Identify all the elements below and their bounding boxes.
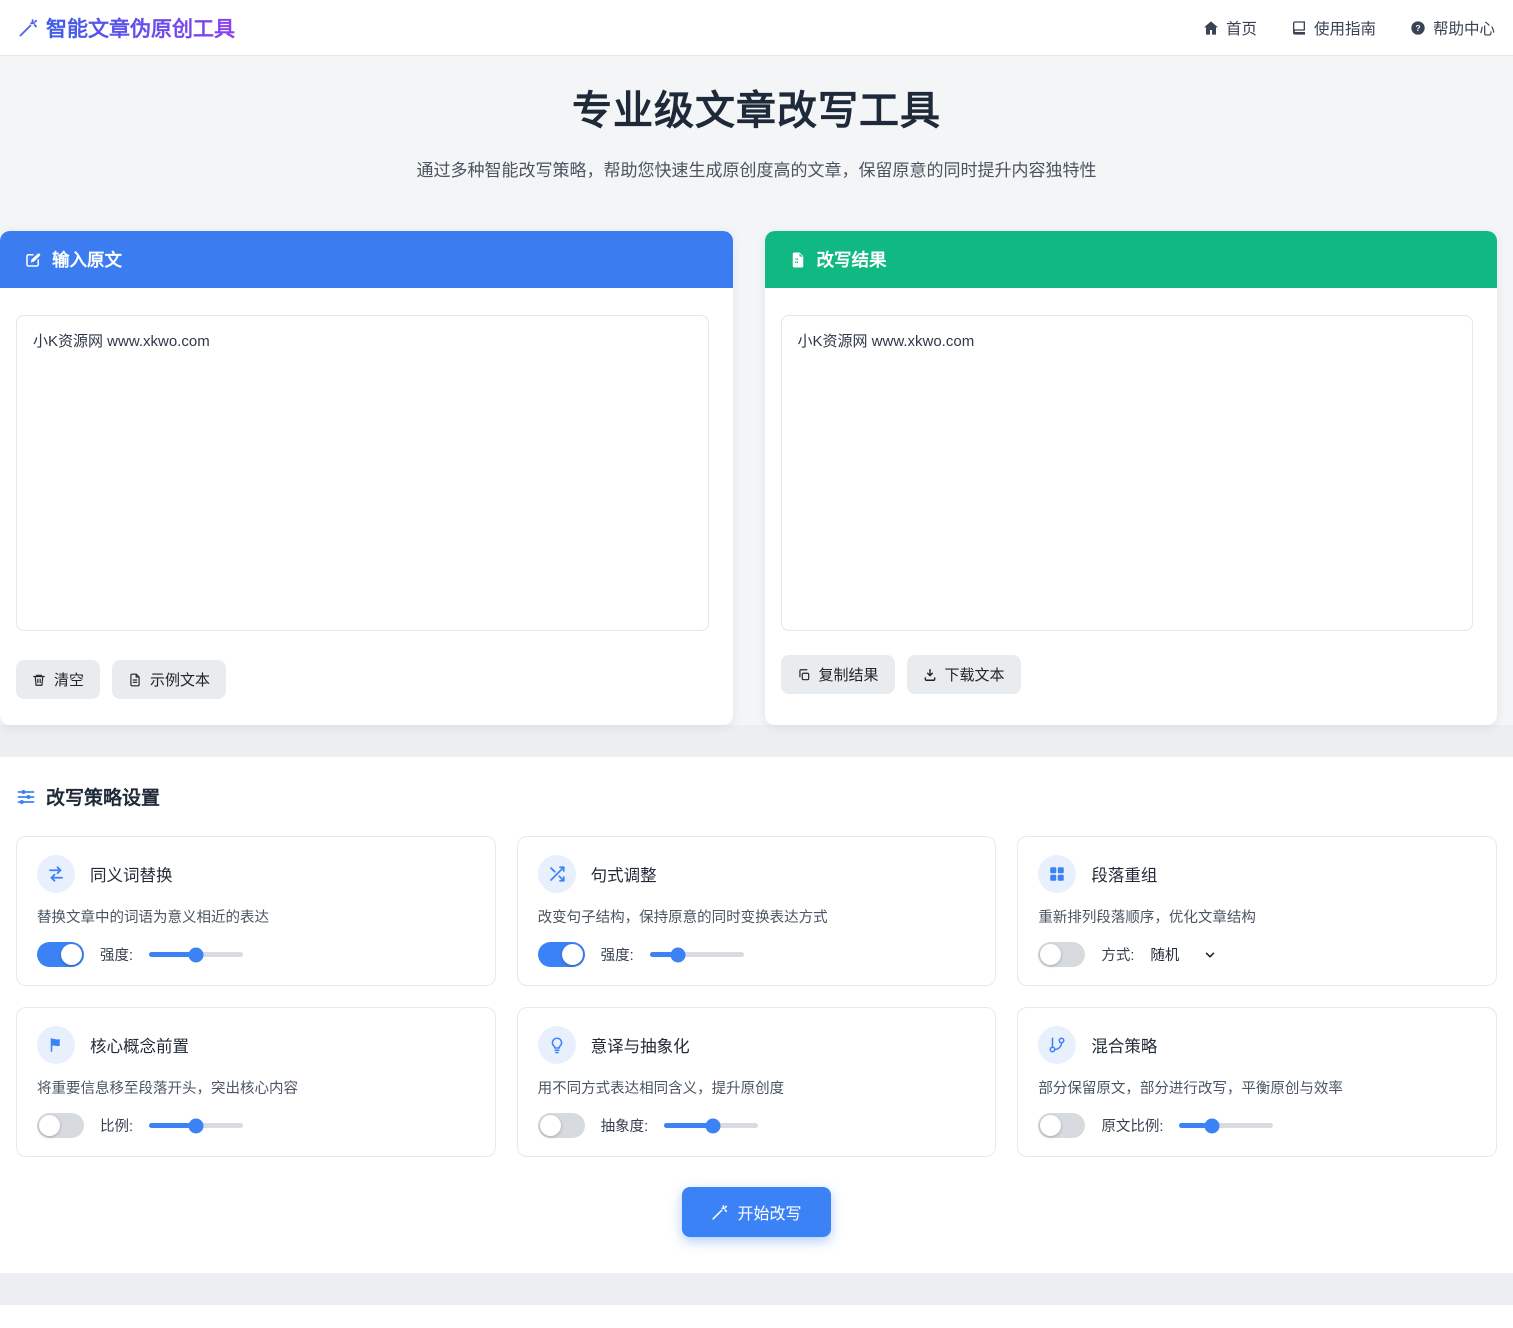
sample-text-button-label: 示例文本 bbox=[150, 669, 210, 690]
nav-item-help[interactable]: ? 帮助中心 bbox=[1410, 17, 1495, 39]
result-panel-header: 改写结果 bbox=[765, 231, 1498, 288]
start-rewrite-button-label: 开始改写 bbox=[737, 1200, 801, 1224]
control-label: 强度: bbox=[100, 944, 133, 965]
control-label: 抽象度: bbox=[601, 1115, 649, 1136]
strategy-card-sentence: 句式调整 改变句子结构，保持原意的同时变换表达方式 强度: bbox=[517, 836, 997, 986]
strategy-card-title: 句式调整 bbox=[591, 862, 657, 886]
sliders-icon bbox=[16, 787, 36, 807]
strategy-card-abstract: 意译与抽象化 用不同方式表达相同含义，提升原创度 抽象度: bbox=[517, 1007, 997, 1157]
strategy-card-title: 核心概念前置 bbox=[90, 1033, 189, 1057]
concept-toggle[interactable] bbox=[37, 1113, 84, 1138]
strategy-section-header: 改写策略设置 bbox=[16, 783, 1497, 810]
copy-result-button[interactable]: 复制结果 bbox=[781, 655, 895, 694]
copy-result-button-label: 复制结果 bbox=[819, 664, 879, 685]
hero: 专业级文章改写工具 通过多种智能改写策略，帮助您快速生成原创度高的文章，保留原意… bbox=[0, 56, 1513, 211]
sentence-strength-slider[interactable] bbox=[650, 952, 744, 957]
trash-icon bbox=[32, 673, 46, 687]
nav-item-label: 首页 bbox=[1226, 17, 1257, 39]
file-text-icon bbox=[128, 673, 142, 687]
control-label: 强度: bbox=[601, 944, 634, 965]
nav-item-label: 使用指南 bbox=[1314, 17, 1376, 39]
paragraph-toggle[interactable] bbox=[1038, 942, 1085, 967]
edit-icon bbox=[24, 251, 42, 269]
download-text-button-label: 下载文本 bbox=[945, 664, 1005, 685]
document-icon bbox=[789, 251, 807, 269]
strategy-card-synonym: 同义词替换 替换文章中的词语为意义相近的表达 强度: bbox=[16, 836, 496, 986]
result-panel-actions: 复制结果 下载文本 bbox=[765, 631, 1498, 720]
lightbulb-icon bbox=[538, 1026, 576, 1064]
input-panel-title: 输入原文 bbox=[52, 247, 122, 272]
strategy-card-title: 混合策略 bbox=[1091, 1033, 1157, 1057]
control-label: 比例: bbox=[100, 1115, 133, 1136]
result-panel: 改写结果 小K资源网 www.xkwo.com 复制结果 下载 bbox=[765, 231, 1498, 725]
magic-wand-icon bbox=[18, 18, 38, 38]
page-subtitle: 通过多种智能改写策略，帮助您快速生成原创度高的文章，保留原意的同时提升内容独特性 bbox=[0, 156, 1513, 181]
input-panel-header: 输入原文 bbox=[0, 231, 733, 288]
analysis-section: 原创度分析 69% 预估原创度 8 总字数 66BCF8051O686M 修改比… bbox=[0, 1305, 1513, 1328]
strategy-card-hybrid: 混合策略 部分保留原文，部分进行改写，平衡原创与效率 原文比例: bbox=[1017, 1007, 1497, 1157]
download-text-button[interactable]: 下载文本 bbox=[907, 655, 1021, 694]
download-icon bbox=[923, 668, 937, 682]
strategy-card-desc: 将重要信息移至段落开头，突出核心内容 bbox=[37, 1077, 475, 1098]
strategy-card-desc: 重新排列段落顺序，优化文章结构 bbox=[1038, 906, 1476, 927]
nav-item-label: 帮助中心 bbox=[1433, 17, 1495, 39]
paragraph-mode-value: 随机 bbox=[1150, 944, 1179, 965]
strategy-card-paragraph: 段落重组 重新排列段落顺序，优化文章结构 方式: 随机 bbox=[1017, 836, 1497, 986]
strategy-card-desc: 用不同方式表达相同含义，提升原创度 bbox=[538, 1077, 976, 1098]
hybrid-ratio-slider[interactable] bbox=[1179, 1123, 1273, 1128]
copy-icon bbox=[797, 668, 811, 682]
control-label: 原文比例: bbox=[1101, 1115, 1163, 1136]
strategy-card-desc: 部分保留原文，部分进行改写，平衡原创与效率 bbox=[1038, 1077, 1476, 1098]
abstract-toggle[interactable] bbox=[538, 1113, 585, 1138]
result-panel-body: 小K资源网 www.xkwo.com bbox=[765, 288, 1498, 631]
input-panel-actions: 清空 示例文本 bbox=[0, 636, 733, 725]
nav-menu: 首页 使用指南 ? 帮助中心 bbox=[1203, 17, 1495, 39]
sample-text-button[interactable]: 示例文本 bbox=[112, 660, 226, 699]
result-panel-title: 改写结果 bbox=[817, 247, 887, 272]
strategy-section-title: 改写策略设置 bbox=[46, 783, 160, 810]
start-rewrite-button[interactable]: 开始改写 bbox=[682, 1187, 830, 1237]
strategy-card-desc: 替换文章中的词语为意义相近的表达 bbox=[37, 906, 475, 927]
svg-text:?: ? bbox=[1415, 23, 1420, 33]
source-textarea[interactable]: 小K资源网 www.xkwo.com bbox=[16, 315, 709, 631]
synonym-toggle[interactable] bbox=[37, 942, 84, 967]
hybrid-toggle[interactable] bbox=[1038, 1113, 1085, 1138]
chevron-down-icon bbox=[1203, 948, 1217, 962]
app-title: 智能文章伪原创工具 bbox=[46, 13, 235, 43]
navbar: 智能文章伪原创工具 首页 使用指南 ? bbox=[0, 0, 1513, 56]
page-title: 专业级文章改写工具 bbox=[0, 78, 1513, 136]
synonym-strength-slider[interactable] bbox=[149, 952, 243, 957]
strategy-card-concept: 核心概念前置 将重要信息移至段落开头，突出核心内容 比例: bbox=[16, 1007, 496, 1157]
abstract-level-slider[interactable] bbox=[664, 1123, 758, 1128]
strategy-card-title: 同义词替换 bbox=[90, 862, 173, 886]
concept-ratio-slider[interactable] bbox=[149, 1123, 243, 1128]
magic-wand-icon bbox=[711, 1204, 728, 1221]
book-icon bbox=[1291, 20, 1307, 36]
swap-arrows-icon bbox=[37, 855, 75, 893]
grid-icon bbox=[1038, 855, 1076, 893]
git-branch-icon bbox=[1038, 1026, 1076, 1064]
clear-button-label: 清空 bbox=[54, 669, 84, 690]
clear-button[interactable]: 清空 bbox=[16, 660, 100, 699]
strategy-section: 改写策略设置 同义词替换 替换文章中的词语为意义相近的表达 强度: bbox=[0, 757, 1513, 1273]
app-logo[interactable]: 智能文章伪原创工具 bbox=[18, 13, 235, 43]
strategy-card-title: 意译与抽象化 bbox=[591, 1033, 690, 1057]
flag-icon bbox=[37, 1026, 75, 1064]
help-circle-icon: ? bbox=[1410, 20, 1426, 36]
paragraph-mode-select[interactable]: 随机 bbox=[1150, 944, 1217, 965]
shuffle-icon bbox=[538, 855, 576, 893]
editor-panels: 输入原文 小K资源网 www.xkwo.com 清空 示例文本 bbox=[0, 211, 1513, 725]
strategy-card-desc: 改变句子结构，保持原意的同时变换表达方式 bbox=[538, 906, 976, 927]
input-panel: 输入原文 小K资源网 www.xkwo.com 清空 示例文本 bbox=[0, 231, 733, 725]
sentence-toggle[interactable] bbox=[538, 942, 585, 967]
result-text: 小K资源网 www.xkwo.com bbox=[781, 315, 1474, 631]
control-label: 方式: bbox=[1101, 944, 1134, 965]
nav-item-guide[interactable]: 使用指南 bbox=[1291, 17, 1376, 39]
strategy-cards: 同义词替换 替换文章中的词语为意义相近的表达 强度: 句式调整 改变句子结构，保… bbox=[16, 836, 1497, 1157]
home-icon bbox=[1203, 20, 1219, 36]
strategy-card-title: 段落重组 bbox=[1091, 862, 1157, 886]
input-panel-body: 小K资源网 www.xkwo.com bbox=[0, 288, 733, 636]
nav-item-home[interactable]: 首页 bbox=[1203, 17, 1257, 39]
